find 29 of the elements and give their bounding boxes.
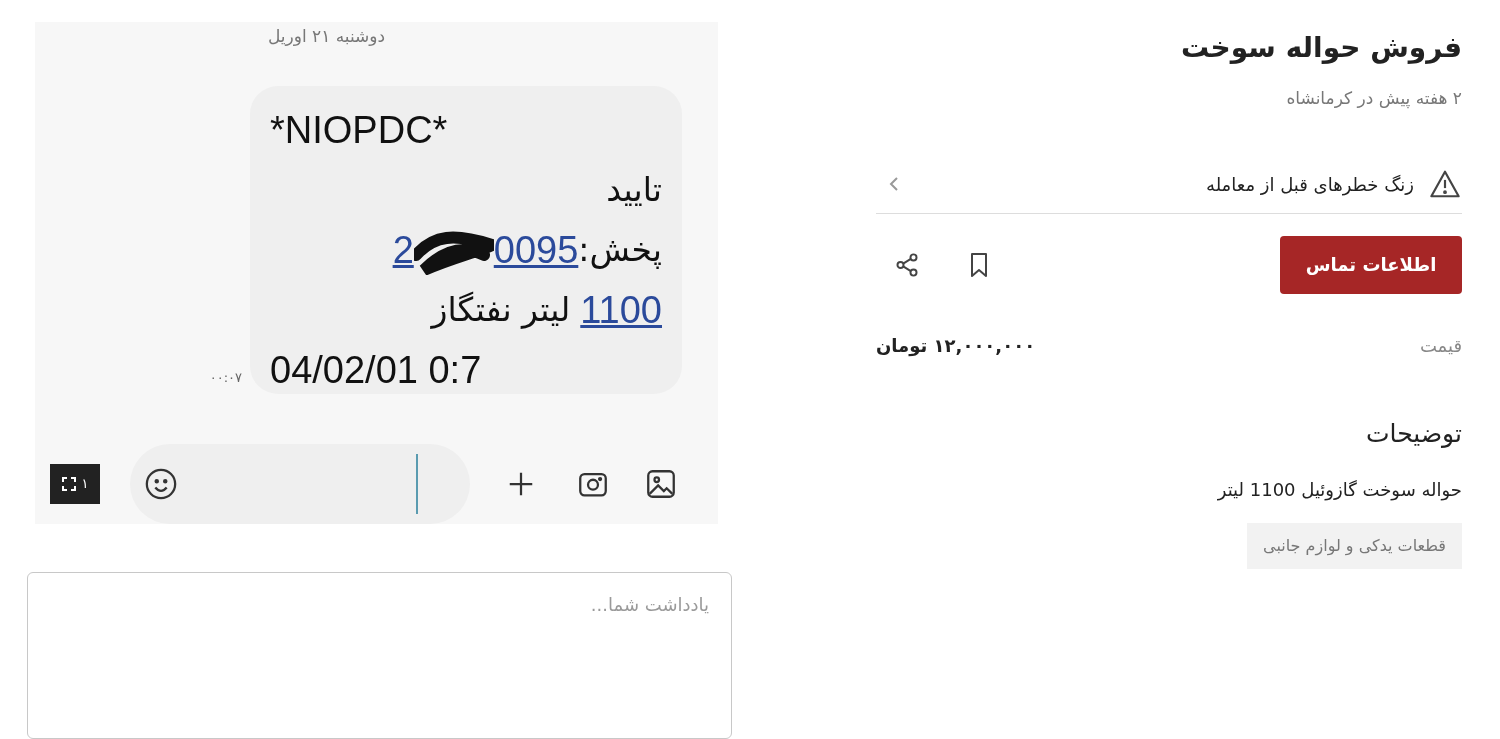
message-time: ۰۰:۰۷ (209, 369, 242, 387)
ad-title: فروش حواله سوخت (1179, 30, 1462, 66)
description-text: حواله سوخت گازوئیل 1100 لیتر (1216, 478, 1462, 503)
dispatch-label: پخش: (578, 228, 662, 271)
text-cursor (416, 453, 418, 514)
phone-link[interactable]: 0095 (493, 219, 579, 280)
message-sender: *NIOPDC* (270, 107, 449, 153)
warning-row[interactable]: زنگ خطرهای قبل از معامله (876, 155, 1462, 214)
amount-link[interactable]: 1100 (580, 279, 662, 340)
emoji-icon[interactable] (144, 466, 178, 501)
message-datetime: 04/02/01 0:7 (270, 347, 483, 393)
warning-icon (1428, 169, 1462, 199)
category-tag[interactable]: قطعات یدکی و لوازم جانبی (1247, 523, 1462, 569)
amount-text: لیتر نفتگاز (431, 288, 571, 331)
image-count-badge[interactable]: ۱ (50, 463, 100, 504)
contact-button[interactable]: اطلاعات تماس (1280, 235, 1462, 294)
expand-icon (61, 476, 76, 491)
posted-info: ۲ هفته پیش در کرمانشاه (1285, 87, 1462, 111)
share-icon[interactable] (894, 251, 920, 278)
phone-link[interactable]: 2 (392, 219, 414, 280)
date-header: دوشنبه ۲۱ اوریل (267, 25, 386, 48)
message-status: تایید (605, 168, 662, 211)
description-heading: توضیحات (1365, 417, 1462, 450)
price-value: ۱۲,۰۰۰,۰۰۰ تومان (876, 333, 1036, 359)
note-field[interactable]: یادداشت شما... (27, 571, 732, 739)
warning-text: زنگ خطرهای قبل از معامله (1206, 172, 1414, 198)
price-label: قیمت (1419, 333, 1462, 358)
bookmark-icon[interactable] (968, 251, 990, 278)
chevron-left-icon (888, 175, 900, 193)
